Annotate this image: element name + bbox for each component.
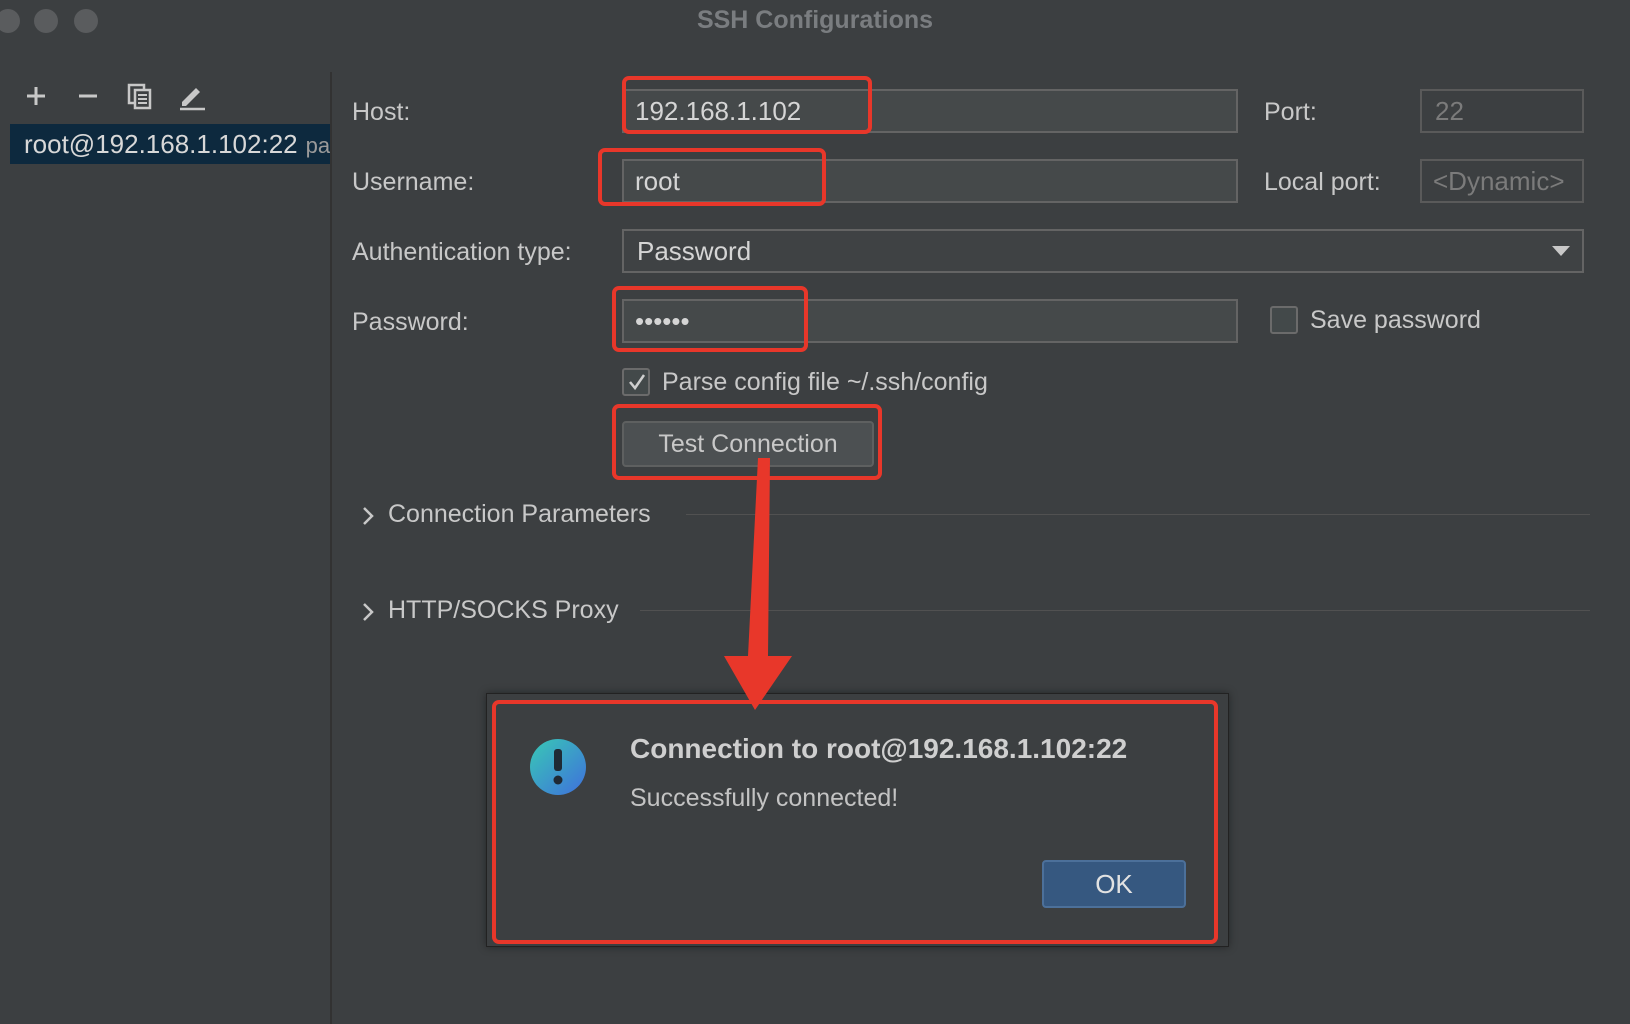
connection-parameters-label: Connection Parameters bbox=[388, 500, 651, 528]
sidebar-item-ssh-config[interactable]: root@192.168.1.102:22 pa bbox=[10, 124, 330, 164]
host-label: Host: bbox=[352, 98, 411, 126]
ok-button[interactable]: OK bbox=[1042, 860, 1186, 908]
password-label: Password: bbox=[352, 308, 469, 336]
auth-type-label: Authentication type: bbox=[352, 238, 572, 266]
add-config-button[interactable] bbox=[20, 80, 52, 112]
edit-config-button[interactable] bbox=[176, 80, 208, 112]
local-port-label: Local port: bbox=[1264, 168, 1381, 196]
minus-icon bbox=[79, 94, 97, 98]
local-port-input[interactable]: <Dynamic> bbox=[1420, 159, 1584, 203]
port-input[interactable]: 22 bbox=[1420, 89, 1584, 133]
username-input[interactable]: root bbox=[622, 159, 1238, 203]
save-password-checkbox[interactable] bbox=[1270, 306, 1298, 334]
sidebar-item-label: root@192.168.1.102:22 bbox=[24, 129, 298, 159]
remove-config-button[interactable] bbox=[72, 80, 104, 112]
pencil-icon bbox=[180, 88, 205, 111]
title-bar: SSH Configurations bbox=[0, 0, 1630, 44]
copy-icon bbox=[127, 83, 152, 110]
connection-result-dialog bbox=[486, 693, 1229, 947]
auth-type-value: Password bbox=[637, 236, 752, 266]
host-input[interactable]: 192.168.1.102 bbox=[622, 89, 1238, 133]
parse-config-label: Parse config file ~/.ssh/config bbox=[662, 368, 988, 396]
chevron-down-icon bbox=[1552, 246, 1570, 256]
port-label: Port: bbox=[1264, 98, 1317, 126]
username-label: Username: bbox=[352, 168, 475, 196]
chevron-right-icon bbox=[363, 507, 374, 525]
save-password-label: Save password bbox=[1310, 306, 1481, 334]
checkmark-icon bbox=[629, 374, 646, 391]
dialog-message: Successfully connected! bbox=[630, 784, 899, 812]
plus-icon bbox=[27, 87, 45, 105]
sidebar-item-suffix: pa bbox=[305, 133, 330, 158]
auth-type-select[interactable]: Password bbox=[622, 229, 1584, 273]
info-exclamation-icon bbox=[530, 739, 586, 795]
annotation-arrow bbox=[724, 458, 792, 710]
chevron-right-icon bbox=[363, 603, 374, 621]
section-divider bbox=[686, 514, 1590, 515]
copy-config-button[interactable] bbox=[124, 80, 156, 112]
password-input[interactable]: •••••• bbox=[622, 299, 1238, 343]
window-title: SSH Configurations bbox=[696, 6, 934, 34]
parse-config-checkbox[interactable] bbox=[622, 368, 650, 396]
sidebar bbox=[0, 72, 332, 1024]
dialog-title: Connection to root@192.168.1.102:22 bbox=[630, 733, 1128, 764]
http-socks-proxy-label: HTTP/SOCKS Proxy bbox=[388, 596, 619, 624]
